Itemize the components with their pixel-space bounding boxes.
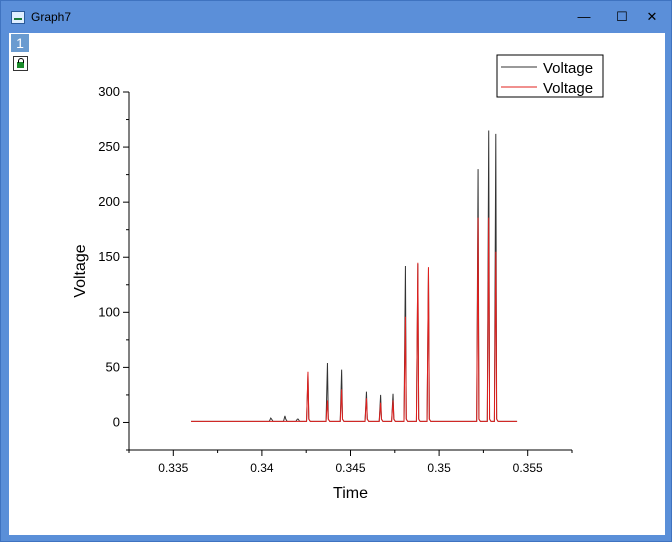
y-tick-label: 200 [98, 194, 120, 209]
close-button[interactable]: ✕ [633, 1, 671, 33]
legend-label: Voltage [543, 60, 593, 77]
graph-client-area: 1 0 50 100 150 200 250 300 0.335 0.34 0.345 0.35 0.… [9, 33, 665, 535]
graph-app-icon [11, 11, 25, 24]
chart-legend[interactable]: Voltage Voltage [496, 54, 604, 98]
x-tick-label: 0.34 [250, 461, 274, 475]
x-tick-label: 0.335 [158, 461, 188, 475]
y-tick-label: 150 [98, 249, 120, 264]
x-tick-label: 0.35 [427, 461, 451, 475]
line-chart: 0 50 100 150 200 250 300 0.335 0.34 0.345 0.35 0.35… [72, 54, 604, 502]
y-axis-title: Voltage [72, 244, 89, 297]
window-title: Graph7 [31, 10, 72, 24]
x-axis-title: Time [333, 485, 368, 502]
legend-label: Voltage [543, 80, 593, 97]
x-tick-label: 0.355 [513, 461, 543, 475]
x-tick-label: 0.345 [335, 461, 365, 475]
series-line-2 [191, 217, 518, 422]
title-bar[interactable]: Graph7 — ☐ ✕ [1, 1, 671, 33]
y-tick-label: 100 [98, 304, 120, 319]
y-tick-label: 50 [106, 359, 120, 374]
y-tick-label: 0 [113, 414, 120, 429]
chart-axes: 0 50 100 150 200 250 300 0.335 0.34 0.345 0.35 0.35… [72, 84, 573, 502]
series-line-1 [191, 130, 518, 422]
chart-series [191, 130, 518, 422]
y-tick-label: 250 [98, 139, 120, 154]
graph-window: Graph7 — ☐ ✕ 1 0 50 100 150 200 250 300 0.335 0.… [0, 0, 672, 542]
y-tick-label: 300 [98, 84, 120, 99]
